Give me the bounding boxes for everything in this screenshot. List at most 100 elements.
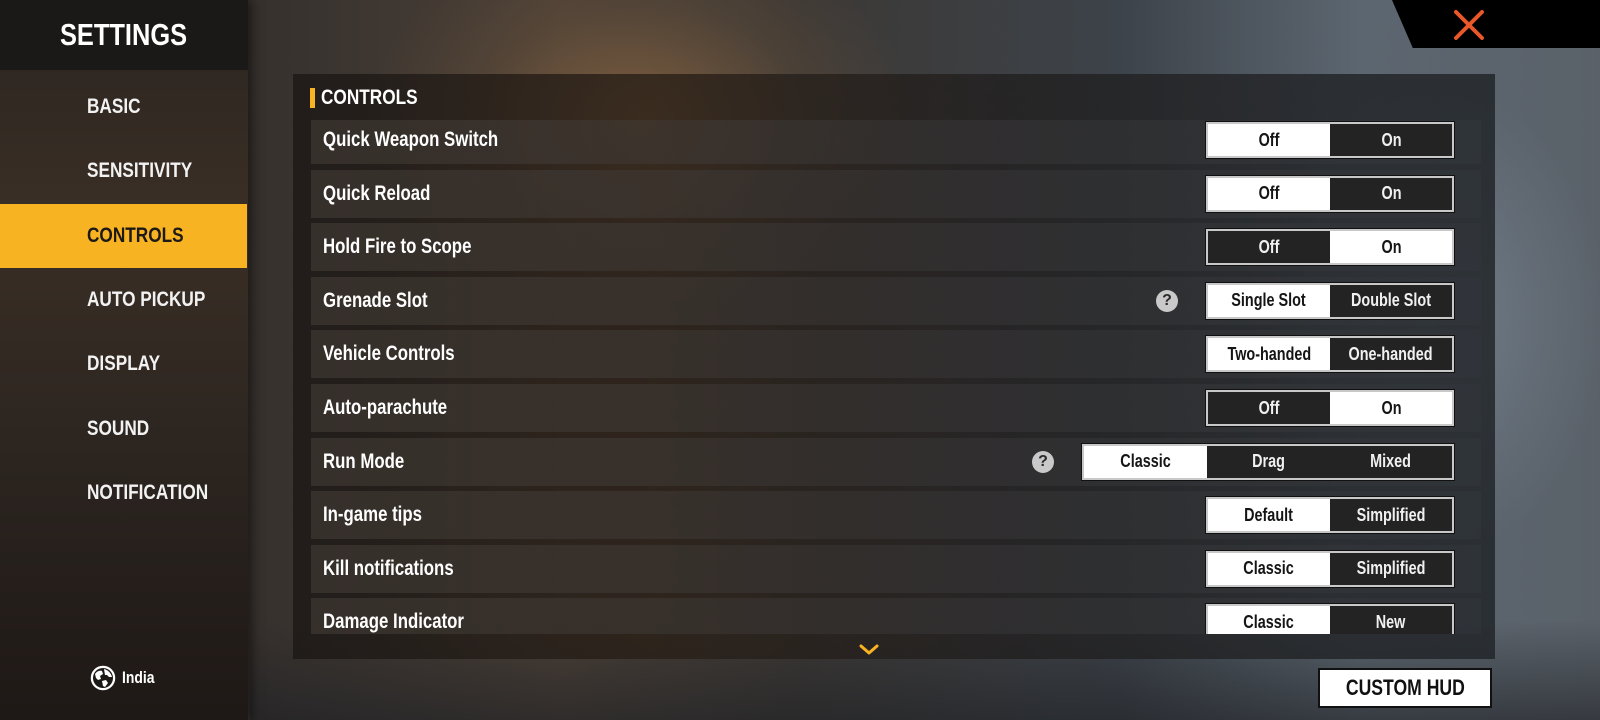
segmented-control[interactable]: Off On [1206, 175, 1454, 212]
option-label: On [1381, 397, 1401, 418]
setting-row-hold-fire-to-scope: Hold Fire to Scope Off On [311, 223, 1481, 272]
option-simplified[interactable]: Simplified [1330, 499, 1452, 532]
sidebar-item-label: SENSITIVITY [87, 159, 193, 182]
chevron-down-icon[interactable] [858, 643, 880, 657]
globe-icon [90, 665, 116, 691]
option-label: Classic [1243, 611, 1295, 632]
option-label: Classic [1120, 451, 1171, 472]
setting-row-auto-parachute: Auto-parachute Off On [311, 384, 1481, 432]
option-classic[interactable]: Classic [1208, 552, 1330, 585]
option-label: Off [1258, 397, 1280, 418]
option-off[interactable]: Off [1208, 231, 1330, 264]
option-label: Mixed [1370, 451, 1412, 472]
help-icon[interactable]: ? [1156, 289, 1178, 312]
option-drag[interactable]: Drag [1206, 445, 1330, 478]
setting-label: Hold Fire to Scope [323, 235, 472, 259]
option-label: Simplified [1356, 558, 1426, 579]
option-label: Classic [1243, 558, 1295, 579]
option-off[interactable]: Off [1208, 392, 1330, 424]
option-label: Drag [1251, 451, 1285, 472]
option-label: On [1381, 183, 1401, 204]
panel-header: CONTROLS [310, 86, 439, 110]
sidebar-item-label: NOTIFICATION [87, 481, 209, 504]
segmented-control[interactable]: Off On [1206, 229, 1454, 266]
segmented-control[interactable]: Off On [1206, 122, 1454, 158]
option-label: Simplified [1356, 504, 1426, 525]
sidebar-item-label: DISPLAY [87, 352, 161, 375]
option-on[interactable]: On [1330, 231, 1452, 264]
segmented-control[interactable]: Off On [1206, 390, 1454, 426]
option-label: Single Slot [1231, 290, 1307, 311]
page-title: SETTINGS [60, 17, 188, 52]
help-icon[interactable]: ? [1032, 450, 1054, 473]
setting-row-in-game-tips: In-game tips Default Simplified [311, 491, 1481, 540]
close-icon [1454, 10, 1484, 40]
segmented-control[interactable]: Single Slot Double Slot [1206, 282, 1454, 319]
section-title: CONTROLS [321, 86, 418, 109]
sidebar-item-basic[interactable]: BASIC [0, 75, 247, 139]
sidebar-item-controls[interactable]: CONTROLS [0, 204, 247, 268]
option-on[interactable]: On [1330, 124, 1452, 156]
segmented-control[interactable]: Two-handed One-handed [1206, 336, 1454, 373]
close-button[interactable] [1444, 4, 1494, 46]
segmented-control[interactable]: Classic Drag Mixed [1082, 443, 1454, 480]
sidebar-item-auto-pickup[interactable]: AUTO PICKUP [0, 268, 247, 332]
sidebar-item-label: CONTROLS [87, 224, 184, 247]
option-label: New [1376, 611, 1406, 632]
setting-label: Run Mode [323, 449, 405, 473]
sidebar-item-label: BASIC [87, 95, 141, 118]
setting-label: Grenade Slot [323, 288, 428, 312]
segmented-control[interactable]: Classic New [1206, 604, 1454, 634]
sidebar-item-sound[interactable]: SOUND [0, 397, 247, 461]
setting-row-damage-indicator: Damage Indicator Classic New [311, 598, 1481, 634]
option-classic[interactable]: Classic [1084, 445, 1207, 478]
setting-label: Quick Reload [323, 181, 431, 205]
option-single-slot[interactable]: Single Slot [1208, 284, 1330, 317]
sidebar-item-label: SOUND [87, 417, 150, 440]
setting-row-quick-weapon-switch: Quick Weapon Switch Off On [311, 120, 1481, 164]
option-off[interactable]: Off [1208, 177, 1330, 210]
setting-label: Kill notifications [323, 556, 454, 580]
option-default[interactable]: Default [1208, 499, 1330, 532]
option-label: Off [1258, 236, 1280, 257]
region-selector[interactable]: India [90, 665, 162, 691]
setting-row-grenade-slot: Grenade Slot Single Slot Double Slot? [311, 276, 1481, 325]
option-mixed[interactable]: Mixed [1329, 445, 1453, 478]
segmented-control[interactable]: Default Simplified [1206, 497, 1454, 534]
option-label: Double Slot [1351, 290, 1431, 311]
settings-list[interactable]: Quick Weapon Switch Off On Quick Reload Off O… [311, 120, 1481, 634]
option-one-handed[interactable]: One-handed [1330, 338, 1452, 371]
option-off[interactable]: Off [1208, 124, 1330, 156]
close-tab-background [1392, 0, 1600, 48]
setting-label: In-game tips [323, 503, 422, 527]
option-double-slot[interactable]: Double Slot [1330, 284, 1452, 317]
option-label: Two-handed [1227, 343, 1311, 364]
region-label: India [122, 668, 155, 687]
sidebar-item-label: AUTO PICKUP [87, 288, 206, 311]
option-new[interactable]: New [1330, 606, 1452, 634]
option-label: One-handed [1348, 343, 1433, 364]
option-simplified[interactable]: Simplified [1330, 552, 1452, 585]
setting-row-quick-reload: Quick Reload Off On [311, 169, 1481, 218]
sidebar-item-display[interactable]: DISPLAY [0, 332, 247, 396]
option-label: On [1381, 236, 1401, 257]
option-label: Off [1258, 183, 1280, 204]
option-on[interactable]: On [1330, 177, 1452, 210]
option-label: Off [1258, 129, 1280, 150]
option-label: On [1381, 129, 1401, 150]
sidebar-item-sensitivity[interactable]: SENSITIVITY [0, 139, 247, 203]
option-on[interactable]: On [1330, 392, 1452, 424]
sidebar-item-notification[interactable]: NOTIFICATION [0, 461, 247, 525]
option-classic[interactable]: Classic [1208, 606, 1330, 634]
setting-label: Vehicle Controls [323, 342, 455, 366]
option-two-handed[interactable]: Two-handed [1208, 338, 1330, 371]
custom-hud-label: CUSTOM HUD [1345, 675, 1465, 700]
setting-label: Damage Indicator [323, 610, 464, 634]
sidebar-header: SETTINGS [0, 0, 248, 70]
setting-row-kill-notifications: Kill notifications Classic Simplified [311, 544, 1481, 593]
segmented-control[interactable]: Classic Simplified [1206, 550, 1454, 587]
setting-row-run-mode: Run Mode Classic Drag Mixed? [311, 437, 1481, 486]
controls-panel: CONTROLS Quick Weapon Switch Off On Quick R… [293, 74, 1495, 659]
custom-hud-button[interactable]: CUSTOM HUD [1318, 668, 1492, 708]
setting-row-vehicle-controls: Vehicle Controls Two-handed One-handed [311, 330, 1481, 379]
